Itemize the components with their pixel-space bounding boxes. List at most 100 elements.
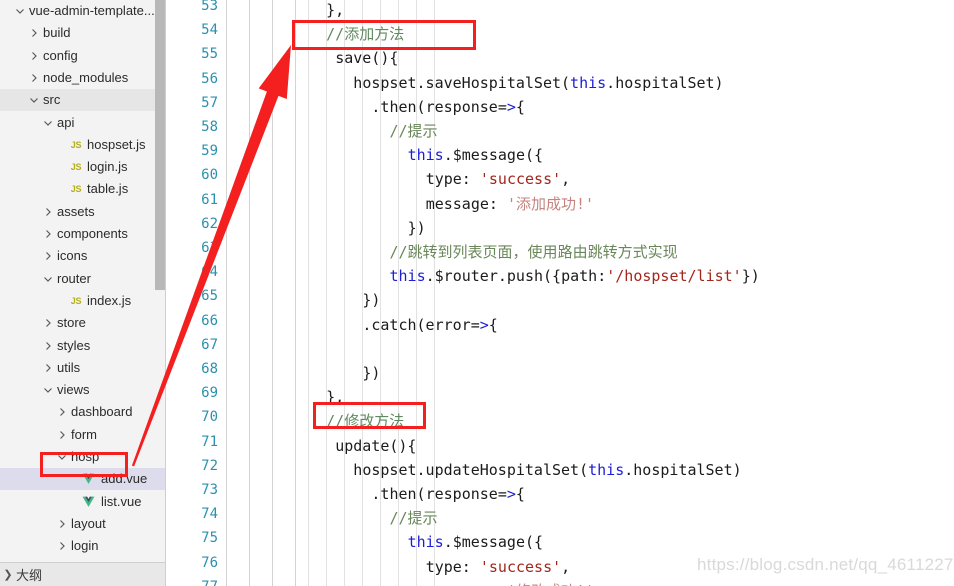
code-line[interactable]: save(){: [335, 46, 398, 70]
code-line[interactable]: this.$message({: [408, 530, 543, 554]
sidebar-vertical-scrollbar[interactable]: [155, 0, 165, 290]
tree-item-login-js[interactable]: JS login.js: [0, 156, 165, 178]
tree-item-index-js[interactable]: JS index.js: [0, 290, 165, 312]
chevron-right-icon[interactable]: [42, 317, 54, 329]
code-line[interactable]: update(){: [335, 434, 416, 458]
tree-item-layout[interactable]: layout: [0, 513, 165, 535]
tree-item-label: src: [43, 92, 61, 108]
code-line[interactable]: this.$router.push({path:'/hospset/list'}…: [390, 264, 760, 288]
code-editor[interactable]: 53 54 55 56 57 58 59 60 61 62 63 64 65 66 67 68 69 70 71 72…: [166, 0, 954, 586]
code-token: {: [515, 485, 525, 503]
javascript-file-icon: JS: [70, 162, 82, 173]
code-content[interactable]: },//添加方法 save(){hospset.saveHospitalSet(t…: [166, 0, 954, 586]
chevron-down-icon[interactable]: [42, 273, 54, 285]
code-line[interactable]: //跳转到列表页面，使用路由跳转方式实现: [390, 240, 678, 264]
tree-item-styles[interactable]: styles: [0, 335, 165, 357]
chevron-down-icon[interactable]: [42, 384, 54, 396]
code-line[interactable]: type: 'success',: [426, 167, 571, 191]
editor-gutter-separator: [272, 0, 273, 586]
tree-item-build[interactable]: build: [0, 22, 165, 44]
tree-item-label: login: [71, 538, 99, 554]
code-line[interactable]: message: '修改成功!': [426, 579, 594, 586]
code-token: message:: [425, 194, 507, 213]
vue-file-icon: [82, 494, 98, 510]
code-line[interactable]: },: [326, 385, 344, 409]
code-line[interactable]: type: 'success',: [426, 555, 571, 579]
code-line[interactable]: this.$message({: [408, 143, 543, 167]
code-line[interactable]: }): [362, 361, 380, 385]
tree-item-components[interactable]: components: [0, 223, 165, 245]
code-token: //修改方法: [326, 412, 405, 431]
code-token: this: [407, 533, 444, 552]
code-line[interactable]: //提示: [390, 506, 438, 530]
tree-item-src[interactable]: src: [0, 89, 165, 112]
code-line[interactable]: //修改方法: [326, 409, 404, 433]
code-line[interactable]: hospset.updateHospitalSet(this.hospitalS…: [353, 458, 741, 482]
tree-item-api[interactable]: api: [0, 112, 165, 134]
chevron-right-icon[interactable]: [42, 228, 54, 240]
project-explorer-sidebar[interactable]: vue-admin-template... build config node_mod…: [0, 0, 166, 586]
chevron-right-icon[interactable]: [42, 206, 54, 218]
tree-item-store[interactable]: store: [0, 312, 165, 334]
outline-statusbar[interactable]: ❯ 大纲: [0, 562, 165, 586]
chevron-down-icon[interactable]: [56, 451, 68, 463]
code-line[interactable]: .then(response=>{: [371, 482, 525, 506]
chevron-right-icon[interactable]: [56, 518, 68, 530]
chevron-down-icon[interactable]: [28, 94, 40, 106]
code-token: ,: [561, 170, 571, 189]
code-line[interactable]: }): [362, 288, 380, 312]
chevron-down-icon[interactable]: [42, 117, 54, 129]
chevron-right-icon[interactable]: [42, 340, 54, 352]
code-line[interactable]: //添加方法: [326, 22, 404, 46]
code-line[interactable]: }): [408, 216, 426, 240]
tree-item-icons[interactable]: icons: [0, 245, 165, 267]
chevron-right-icon[interactable]: [28, 72, 40, 84]
code-line[interactable]: .catch(error=>{: [362, 313, 497, 337]
tree-item-add-vue[interactable]: add.vue: [0, 468, 165, 491]
chevron-down-icon[interactable]: [14, 5, 26, 17]
tree-item-dashboard[interactable]: dashboard: [0, 401, 165, 423]
code-token: }): [407, 218, 426, 237]
code-token: '添加成功!': [506, 194, 595, 213]
chevron-right-icon[interactable]: [28, 50, 40, 62]
tree-item-hospset-js[interactable]: JS hospset.js: [0, 134, 165, 156]
chevron-right-icon[interactable]: [56, 540, 68, 552]
code-line[interactable]: message: '添加成功!': [426, 192, 594, 216]
code-token: >: [506, 97, 516, 116]
tree-item-label: add.vue: [101, 471, 148, 487]
tree-item-list-vue[interactable]: list.vue: [0, 491, 165, 513]
tree-item-node-modules[interactable]: node_modules: [0, 67, 165, 89]
code-token: type:: [425, 557, 480, 576]
code-token: type:: [425, 170, 480, 189]
chevron-right-icon[interactable]: [42, 362, 54, 374]
tree-item-label: list.vue: [101, 493, 142, 509]
chevron-right-icon[interactable]: [28, 27, 40, 39]
tree-item-assets[interactable]: assets: [0, 201, 165, 223]
tree-item-login[interactable]: login: [0, 535, 165, 557]
chevron-right-icon[interactable]: [42, 250, 54, 262]
code-token: 'success': [479, 557, 562, 576]
tree-item-config[interactable]: config: [0, 45, 165, 67]
code-token: this: [407, 146, 444, 165]
code-line[interactable]: .then(response=>{: [371, 95, 525, 119]
code-line[interactable]: hospset.saveHospitalSet(this.hospitalSet…: [353, 71, 723, 95]
tree-item-label: index.js: [87, 292, 132, 308]
code-token: .$message({: [443, 146, 544, 165]
chevron-right-icon[interactable]: [56, 406, 68, 418]
tree-item-router[interactable]: router: [0, 268, 165, 290]
tree-item-table-js[interactable]: JS table.js: [0, 178, 165, 200]
tree-item-utils[interactable]: utils: [0, 357, 165, 379]
code-line[interactable]: //提示: [390, 119, 438, 143]
chevron-right-icon[interactable]: [56, 429, 68, 441]
code-token: this: [588, 460, 625, 479]
tree-item-hosp[interactable]: hosp: [0, 446, 165, 468]
code-line[interactable]: },: [326, 0, 344, 22]
tree-item-vue-admin-template[interactable]: vue-admin-template...: [0, 0, 165, 22]
code-token: {: [488, 315, 498, 334]
tree-item-label: dashboard: [71, 404, 133, 420]
tree-item-form[interactable]: form: [0, 424, 165, 446]
tree-item-views[interactable]: views: [0, 379, 165, 401]
